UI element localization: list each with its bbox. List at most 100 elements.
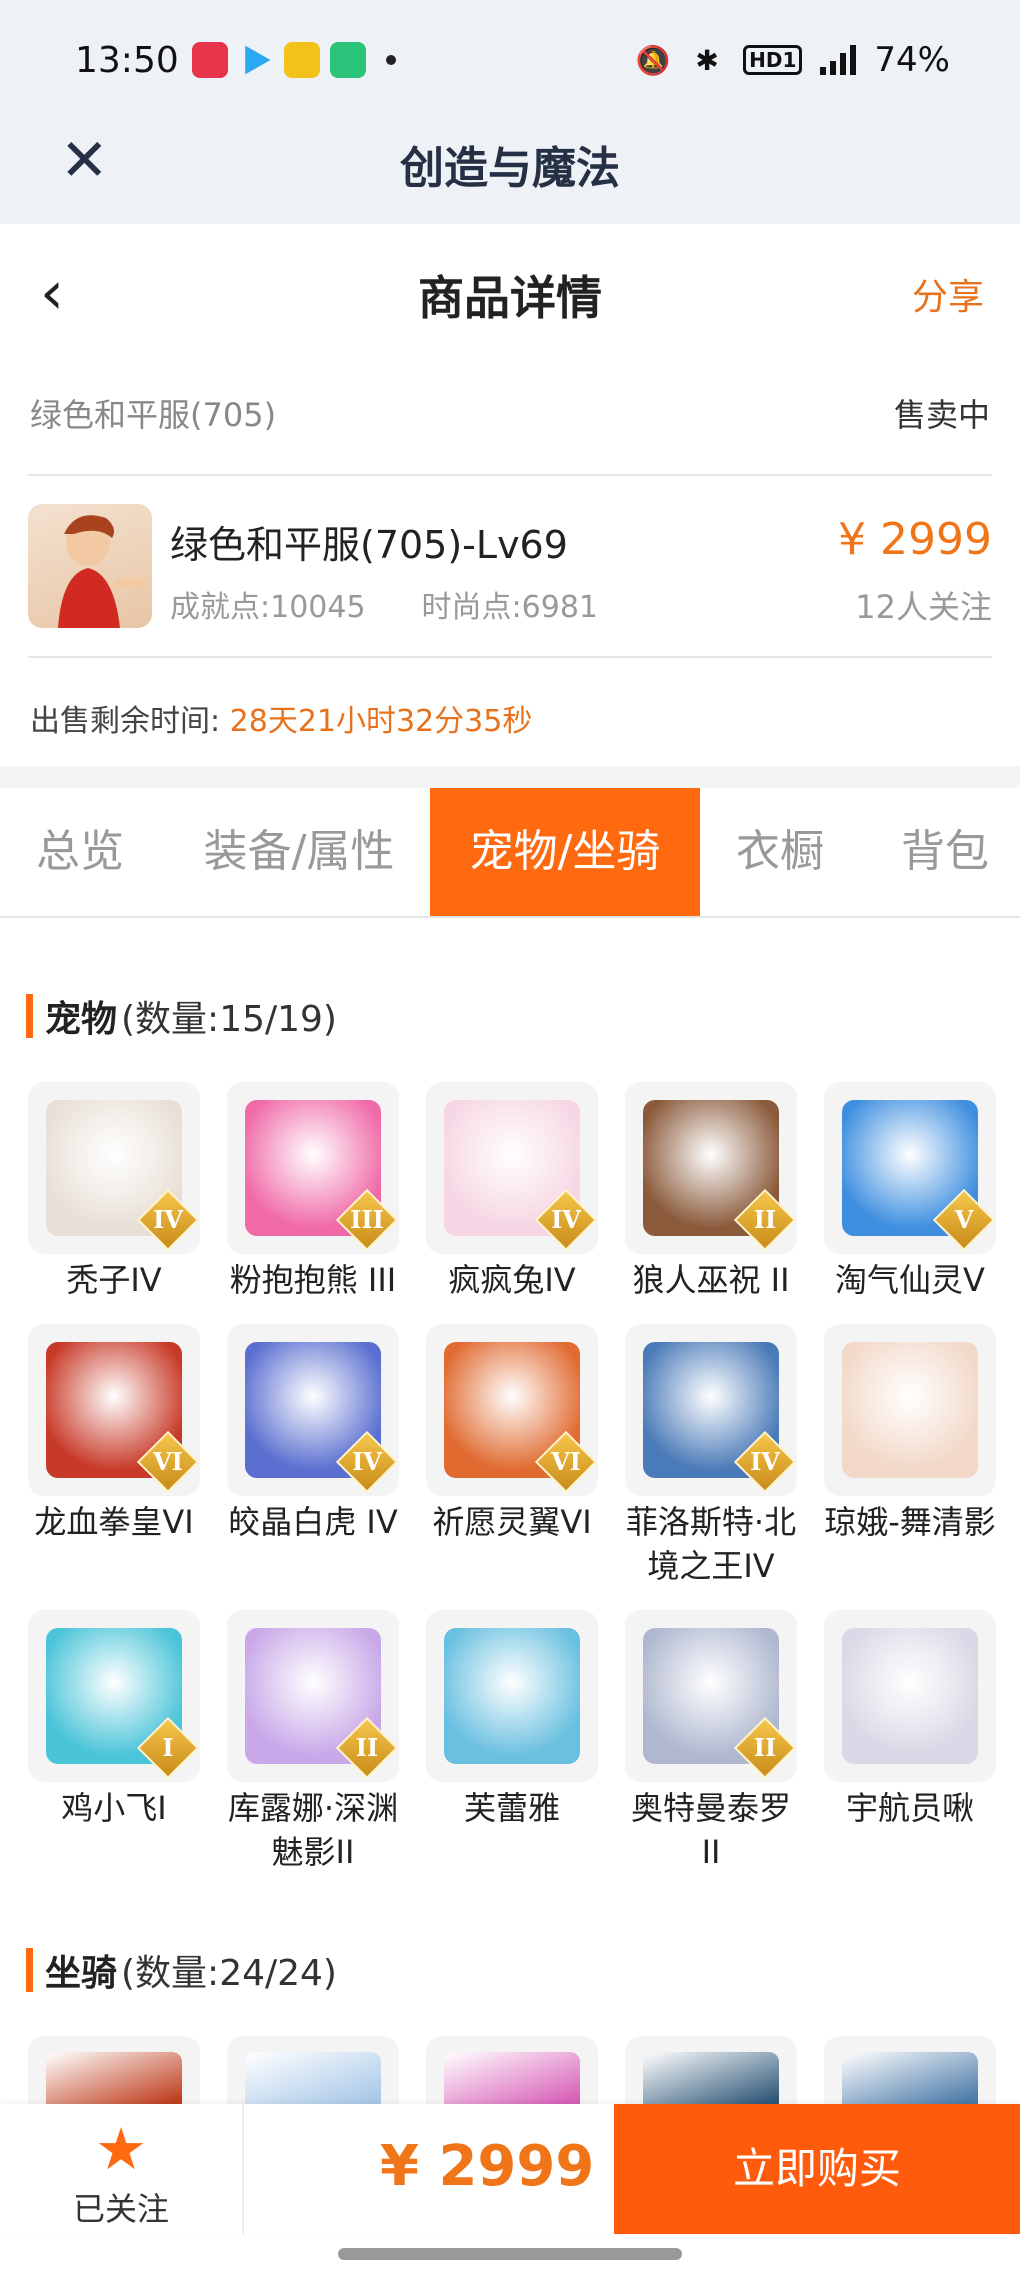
remaining-time: 出售剩余时间: 28天21小时32分35秒 (30, 696, 532, 740)
grade-label: IV (750, 1447, 780, 1476)
achievement-points: 成就点:10045 (170, 590, 366, 625)
pet-name: 鸡小飞I (61, 1789, 167, 1827)
pet-thumbnail: III (227, 1082, 399, 1254)
tab-wardrobe[interactable]: 衣橱 (710, 788, 850, 916)
grade-label: V (954, 1205, 974, 1234)
grade-label: II (753, 1205, 777, 1234)
pet-card[interactable]: III 粉抱抱熊 III (227, 1082, 399, 1302)
remaining-label: 出售剩余时间: (30, 704, 221, 739)
mute-bell-icon: 🔕 (635, 43, 671, 77)
server-name: 绿色和平服(705) (30, 396, 277, 434)
mounts-count: (数量:24/24) (121, 1953, 337, 1994)
home-indicator[interactable] (338, 2248, 682, 2260)
pet-thumbnail (426, 1610, 598, 1782)
grade-label: II (355, 1733, 379, 1762)
battery-text: 74% (874, 40, 950, 80)
character-avatar (28, 504, 152, 628)
pet-name: 奥特曼泰罗 II (630, 1789, 791, 1871)
play-notification-icon (245, 45, 271, 75)
pet-name: 菲洛斯特·北境之王IV (625, 1503, 797, 1585)
mounts-title: 坐骑 (45, 1953, 118, 1994)
app-notification-icon (192, 42, 228, 78)
pet-thumbnail: IV (625, 1324, 797, 1496)
remaining-value: 28天21小时32分35秒 (229, 704, 533, 739)
tab-equipment[interactable]: 装备/属性 (174, 788, 424, 916)
app-title: 创造与魔法 (400, 143, 620, 194)
page-title: 商品详情 (418, 271, 602, 325)
section-accent-bar (26, 1948, 33, 1992)
grade-label: I (162, 1733, 174, 1762)
bluetooth-icon: ✱ (695, 43, 719, 77)
pet-thumbnail: IV (227, 1324, 399, 1496)
pet-name: 芙蕾雅 (463, 1789, 560, 1827)
notification-icons (192, 42, 396, 78)
pet-card[interactable]: IV 秃子IV (28, 1082, 200, 1302)
pet-name: 龙血拳皇VI (34, 1503, 194, 1541)
pet-card[interactable]: IV 菲洛斯特·北境之王IV (625, 1324, 797, 1588)
pet-name: 琼娥-舞清影 (824, 1503, 996, 1541)
pet-card[interactable]: I 鸡小飞I (28, 1610, 200, 1830)
car-app-icon (284, 42, 320, 78)
pet-thumbnail (824, 1610, 996, 1782)
pet-thumbnail: IV (28, 1082, 200, 1254)
status-time: 13:50 (75, 40, 179, 81)
grade-label: IV (352, 1447, 382, 1476)
tab-bar: 总览 装备/属性 宠物/坐骑 衣橱 背包 (0, 788, 1020, 918)
bottom-price: ¥ 2999 (380, 2134, 595, 2199)
pet-thumbnail: II (227, 1610, 399, 1782)
top-zone: 13:50 🔕 ✱ HD1 74% ✕ 创造与魔法 (0, 0, 1020, 224)
pet-art (842, 1342, 978, 1478)
pets-section-title: 宠物 (数量:15/19) (26, 990, 337, 1042)
pet-card[interactable]: IV 疯疯兔IV (426, 1082, 598, 1302)
app-bar: ✕ 创造与魔法 (0, 110, 1020, 224)
mounts-section-title: 坐骑 (数量:24/24) (26, 1944, 337, 1996)
divider (28, 656, 992, 658)
character-art (58, 515, 148, 628)
pet-card[interactable]: 琼娥-舞清影 (824, 1324, 996, 1544)
pet-thumbnail: VI (28, 1324, 200, 1496)
follower-count: 12人关注 (855, 588, 992, 626)
buy-now-button[interactable]: 立即购买 (614, 2104, 1020, 2234)
pet-name: 秃子IV (66, 1261, 162, 1299)
tab-pets-mounts[interactable]: 宠物/坐骑 (430, 788, 700, 916)
grade-label: IV (153, 1205, 183, 1234)
pet-card[interactable]: VI 龙血拳皇VI (28, 1324, 200, 1544)
pet-name: 祈愿灵翼VI (432, 1503, 592, 1541)
grade-label: II (753, 1733, 777, 1762)
pet-card[interactable]: IV 皎晶白虎 IV (227, 1324, 399, 1544)
pet-thumbnail: IV (426, 1082, 598, 1254)
grade-label: III (350, 1205, 384, 1234)
pet-card[interactable]: 宇航员啾 (824, 1610, 996, 1830)
pet-name: 皎晶白虎 IV (228, 1503, 398, 1541)
share-button[interactable]: 分享 (912, 268, 984, 320)
more-dot-icon (386, 55, 396, 65)
pet-name: 宇航员啾 (845, 1789, 974, 1827)
pet-thumbnail: VI (426, 1324, 598, 1496)
status-right: 🔕 ✱ HD1 74% (635, 40, 950, 80)
pet-card[interactable]: II 奥特曼泰罗 II (625, 1610, 797, 1874)
tab-overview[interactable]: 总览 (0, 788, 160, 916)
pet-name: 库露娜·深渊魅影II (227, 1789, 399, 1871)
pet-card[interactable]: VI 祈愿灵翼VI (426, 1324, 598, 1544)
pets-count: (数量:15/19) (121, 999, 337, 1040)
pet-card[interactable]: II 库露娜·深渊魅影II (227, 1610, 399, 1874)
pet-card[interactable]: II 狼人巫祝 II (625, 1082, 797, 1302)
favorite-button[interactable]: ★ 已关注 (0, 2104, 244, 2234)
star-icon: ★ (95, 2115, 147, 2183)
pet-name: 淘气仙灵V (835, 1261, 985, 1299)
grade-label: VI (551, 1447, 581, 1476)
bottom-bar: ★ 已关注 ¥ 2999 立即购买 (0, 2104, 1020, 2234)
section-accent-bar (26, 994, 33, 1038)
tab-backpack[interactable]: 背包 (870, 788, 1020, 916)
grade-label: IV (551, 1205, 581, 1234)
pet-thumbnail: V (824, 1082, 996, 1254)
status-bar: 13:50 🔕 ✱ HD1 74% (0, 0, 1020, 120)
sale-status: 售卖中 (893, 396, 990, 434)
pet-thumbnail: I (28, 1610, 200, 1782)
grade-label: VI (153, 1447, 183, 1476)
pet-card[interactable]: V 淘气仙灵V (824, 1082, 996, 1302)
pet-name: 狼人巫祝 II (632, 1261, 790, 1299)
pet-thumbnail: II (625, 1610, 797, 1782)
signal-icon (820, 45, 857, 75)
pet-card[interactable]: 芙蕾雅 (426, 1610, 598, 1830)
